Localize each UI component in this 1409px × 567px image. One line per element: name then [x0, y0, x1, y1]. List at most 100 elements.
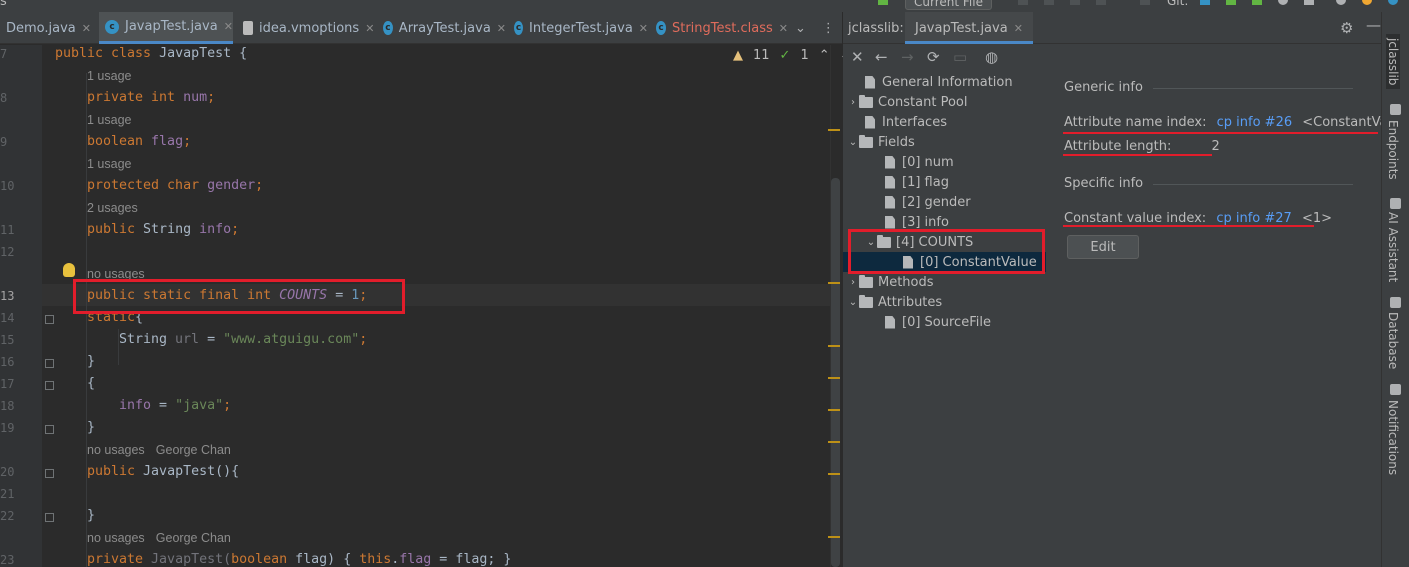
fold-marker-icon[interactable]: [45, 469, 54, 478]
gear-icon[interactable]: ⚙: [1340, 19, 1353, 37]
usage-hint[interactable]: 2 usages: [87, 201, 138, 215]
usage-hint[interactable]: 1 usage: [87, 113, 131, 127]
keyword: this: [359, 552, 392, 567]
build-icon[interactable]: [878, 0, 888, 5]
line-number: 22: [0, 509, 15, 523]
forward-arrow-icon[interactable]: →: [901, 48, 914, 66]
chevron-down-icon[interactable]: ⌄: [847, 137, 859, 148]
tool-window-endpoints[interactable]: Endpoints: [1386, 120, 1400, 180]
save-icon[interactable]: ▭: [953, 48, 967, 66]
tree-node-interfaces[interactable]: Interfaces: [853, 112, 947, 132]
tree-node-fields[interactable]: ⌄ Fields: [847, 132, 915, 152]
fold-marker-icon[interactable]: [45, 513, 54, 522]
fold-marker-icon[interactable]: [45, 381, 54, 390]
close-icon[interactable]: ✕: [224, 20, 233, 33]
tree-node-sourcefile[interactable]: [0] SourceFile: [873, 312, 991, 332]
tree-node-field-num[interactable]: [0] num: [873, 152, 954, 172]
close-icon[interactable]: ✕: [851, 48, 864, 66]
tree-node-general-information[interactable]: General Information: [853, 72, 1013, 92]
more-vertical-icon[interactable]: ⋮: [822, 21, 835, 36]
tree-node-attributes[interactable]: ⌄ Attributes: [847, 292, 942, 312]
tab-demo-java[interactable]: Demo.java ✕: [0, 12, 98, 44]
close-icon[interactable]: ✕: [639, 22, 648, 35]
ai-icon[interactable]: [1388, 0, 1398, 5]
stop-icon[interactable]: [1140, 0, 1150, 5]
chevron-right-icon[interactable]: ›: [847, 277, 859, 288]
tool-window-database[interactable]: Database: [1386, 312, 1400, 369]
weak-warning-count: 1: [800, 48, 809, 63]
rollback-icon[interactable]: [1304, 0, 1314, 5]
warning-stripe[interactable]: [828, 441, 840, 443]
warning-stripe[interactable]: [828, 473, 840, 475]
tab-stringtest-class[interactable]: c StringTest.class ✕: [650, 12, 788, 44]
semicolon: ;: [359, 332, 368, 347]
warning-stripe[interactable]: [828, 377, 840, 379]
usage-author-hint[interactable]: no usages George Chan: [87, 443, 231, 457]
warning-stripe[interactable]: [828, 282, 840, 284]
close-icon[interactable]: ✕: [779, 22, 788, 35]
profile-icon[interactable]: [1096, 0, 1106, 5]
back-arrow-icon[interactable]: ←: [875, 48, 888, 66]
tree-node-field-gender[interactable]: [2] gender: [873, 192, 971, 212]
tab-jclasslib-file[interactable]: JavapTest.java ✕: [905, 12, 1033, 44]
refresh-icon[interactable]: ⟳: [927, 48, 940, 66]
code-line-17: {: [87, 376, 96, 391]
minimize-icon[interactable]: —: [1366, 16, 1381, 34]
class-structure-tree[interactable]: General Information › Constant Pool Inter…: [843, 72, 1053, 567]
specific-info-title: Specific info: [1064, 176, 1144, 191]
tab-integertest-java[interactable]: c IntegerTest.java ✕: [508, 12, 648, 44]
fold-marker-icon[interactable]: [45, 359, 54, 368]
attribute-length-label: Attribute length:: [1064, 139, 1172, 154]
warning-stripe[interactable]: [828, 345, 840, 347]
usage-hint[interactable]: 1 usage: [87, 157, 131, 171]
close-icon[interactable]: ✕: [1014, 22, 1023, 35]
file-icon: [885, 195, 895, 209]
search-icon[interactable]: [1336, 0, 1346, 5]
usage-hint[interactable]: 1 usage: [87, 69, 131, 83]
cp-info-link[interactable]: cp info #27: [1216, 211, 1291, 226]
edit-button[interactable]: Edit: [1067, 235, 1139, 259]
tab-arraytest-java[interactable]: c ArrayTest.java ✕: [377, 12, 506, 44]
fold-marker-icon[interactable]: [45, 315, 54, 324]
tab-label: JavapTest.java: [915, 21, 1008, 36]
cp-info-link[interactable]: cp info #26: [1217, 115, 1292, 130]
globe-icon[interactable]: ◍: [985, 48, 998, 66]
git-commit-icon[interactable]: [1226, 0, 1236, 5]
lightbulb-icon[interactable]: [63, 263, 75, 277]
git-push-icon[interactable]: [1252, 0, 1262, 5]
git-update-icon[interactable]: [1200, 0, 1210, 5]
run-config-selector[interactable]: Current File: [905, 0, 992, 10]
tool-window-jclasslib[interactable]: jclasslib: [1386, 34, 1400, 90]
usage-author-hint[interactable]: no usages George Chan: [87, 531, 231, 545]
tree-node-constant-pool[interactable]: › Constant Pool: [847, 92, 967, 112]
right-tool-window-strip: jclasslib Endpoints AI Assistant Databas…: [1381, 12, 1409, 567]
tab-javaptest-java[interactable]: c JavapTest.java ✕: [99, 12, 233, 44]
tool-window-ai-assistant[interactable]: AI Assistant: [1386, 212, 1400, 282]
tab-label: IntegerTest.java: [529, 20, 633, 36]
warning-stripe[interactable]: [828, 536, 840, 538]
code-line-8: private int num;: [87, 89, 215, 107]
tree-node-field-flag[interactable]: [1] flag: [873, 172, 949, 192]
chevron-right-icon[interactable]: ›: [847, 97, 859, 108]
chevron-down-icon[interactable]: ⌄: [795, 21, 806, 36]
close-icon[interactable]: ✕: [82, 22, 91, 35]
tab-idea-vmoptions[interactable]: idea.vmoptions ✕: [237, 12, 375, 44]
debug-icon[interactable]: [1044, 0, 1054, 5]
run-icon[interactable]: [1018, 0, 1028, 5]
warning-stripe[interactable]: [828, 409, 840, 411]
line-number: 18: [0, 399, 15, 413]
tool-window-notifications[interactable]: Notifications: [1386, 400, 1400, 475]
warning-stripe[interactable]: [828, 129, 840, 131]
close-icon[interactable]: ✕: [365, 22, 374, 35]
line-number: 19: [0, 421, 15, 435]
folder-icon: [859, 94, 873, 108]
coverage-icon[interactable]: [1070, 0, 1080, 5]
previous-highlight-icon[interactable]: ⌃: [819, 48, 830, 63]
tree-node-methods[interactable]: › Methods: [847, 272, 934, 292]
history-icon[interactable]: [1278, 0, 1288, 5]
scrollbar-thumb[interactable]: [831, 178, 840, 567]
fold-marker-icon[interactable]: [45, 425, 54, 434]
chevron-down-icon[interactable]: ⌄: [847, 297, 859, 308]
update-icon[interactable]: [1362, 0, 1372, 5]
close-icon[interactable]: ✕: [497, 22, 506, 35]
